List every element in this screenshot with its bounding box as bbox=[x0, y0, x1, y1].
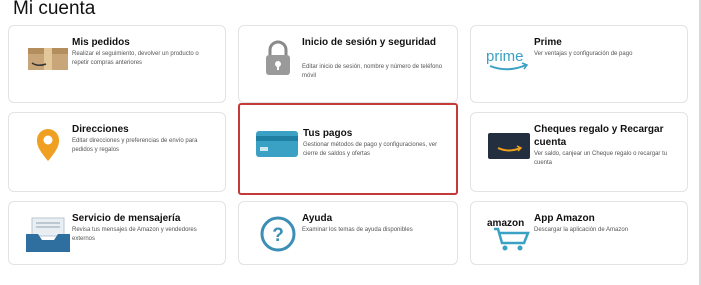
svg-text:?: ? bbox=[272, 225, 284, 246]
card-messages[interactable]: Servicio de mensajería Revisa tus mensaj… bbox=[8, 201, 226, 265]
card-title: Tus pagos bbox=[303, 128, 353, 139]
card-title: Servicio de mensajería bbox=[72, 213, 181, 224]
card-prime[interactable]: prime Prime Ver ventajas y configuración… bbox=[470, 25, 688, 103]
card-gift-cards[interactable]: Cheques regalo y Recargar cuenta Ver sal… bbox=[470, 112, 688, 192]
card-help[interactable]: ? Ayuda Examinar los temas de ayuda disp… bbox=[238, 201, 458, 265]
inbox-icon bbox=[24, 214, 72, 254]
card-description: Editar direcciones y preferencias de env… bbox=[72, 138, 198, 153]
card-amazon-app[interactable]: amazon App Amazon Descargar la aplicació… bbox=[470, 201, 688, 265]
location-pin-icon bbox=[24, 125, 72, 165]
card-description: Examinar los temas de ayuda disponibles bbox=[302, 227, 413, 233]
padlock-icon bbox=[254, 38, 302, 78]
prime-logo-icon: prime bbox=[486, 38, 534, 78]
card-title: Cheques regalo y Recargar cuenta bbox=[534, 124, 664, 148]
package-icon bbox=[24, 38, 72, 78]
card-title: Inicio de sesión y seguridad bbox=[302, 37, 436, 48]
svg-text:prime: prime bbox=[486, 48, 524, 65]
svg-text:amazon: amazon bbox=[487, 218, 524, 229]
card-description: Descargar la aplicación de Amazon bbox=[534, 227, 629, 233]
card-payments[interactable]: Tus pagos Gestionar métodos de pago y co… bbox=[238, 103, 458, 195]
gift-card-icon bbox=[486, 125, 534, 165]
card-description: Ver ventajas y configuración de pago bbox=[534, 51, 633, 57]
page-title: Mi cuenta bbox=[13, 0, 96, 19]
card-description: Ver saldo, canjear un Cheque regalo o re… bbox=[534, 151, 668, 166]
card-description: Revisa tus mensajes de Amazon y vendedor… bbox=[72, 227, 197, 242]
credit-card-icon bbox=[254, 123, 302, 163]
card-description: Gestionar métodos de pago y configuracio… bbox=[303, 142, 438, 157]
card-title: App Amazon bbox=[534, 213, 595, 224]
card-title: Direcciones bbox=[72, 124, 129, 135]
card-title: Mis pedidos bbox=[72, 37, 130, 48]
card-orders[interactable]: Mis pedidos Realizar el seguimiento, dev… bbox=[8, 25, 226, 103]
card-description: Realizar el seguimiento, devolver un pro… bbox=[72, 51, 199, 66]
card-description: Editar inicio de sesión, nombre y número… bbox=[302, 64, 443, 79]
amazon-cart-icon: amazon bbox=[486, 214, 534, 254]
help-icon: ? bbox=[254, 214, 302, 254]
card-addresses[interactable]: Direcciones Editar direcciones y prefere… bbox=[8, 112, 226, 192]
card-login-security[interactable]: Inicio de sesión y seguridad Editar inic… bbox=[238, 25, 458, 103]
card-title: Ayuda bbox=[302, 213, 333, 224]
card-title: Prime bbox=[534, 37, 562, 48]
